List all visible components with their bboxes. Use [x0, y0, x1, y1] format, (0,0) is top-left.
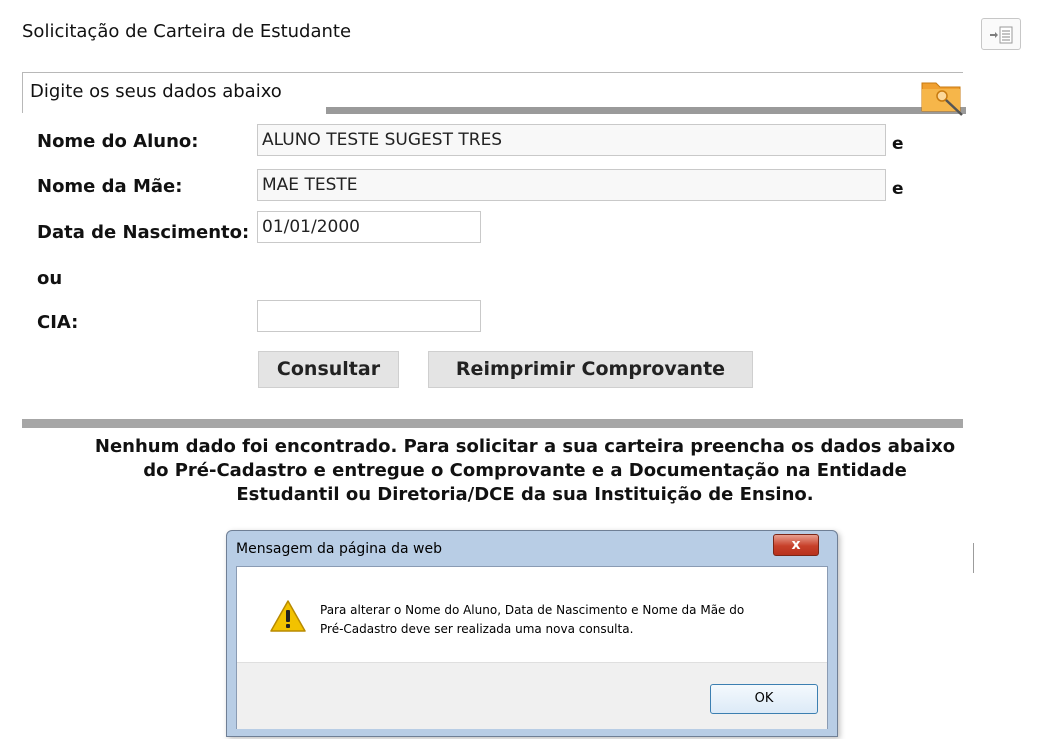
close-button[interactable]: x [773, 534, 819, 556]
student-name-label: Nome do Aluno: [37, 131, 199, 152]
birth-date-label: Data de Nascimento: [37, 222, 250, 243]
birth-date-field[interactable] [257, 211, 481, 243]
page-title: Solicitação de Carteira de Estudante [22, 21, 352, 42]
list-toggle-button[interactable] [981, 18, 1021, 50]
dialog-message: Para alterar o Nome do Aluno, Data de Na… [320, 601, 820, 639]
section-divider [22, 419, 963, 428]
notice-line: Estudantil ou Diretoria/DCE da sua Insti… [236, 484, 814, 505]
reprint-receipt-button[interactable]: Reimprimir Comprovante [428, 351, 753, 388]
warning-icon [270, 600, 306, 632]
cia-field[interactable] [257, 300, 481, 332]
and-marker: e [892, 134, 904, 154]
notice-line: Nenhum dado foi encontrado. Para solicit… [94, 436, 956, 457]
folder-search-icon [921, 82, 963, 116]
dialog-title: Mensagem da página da web [236, 541, 442, 557]
consult-button[interactable]: Consultar [258, 351, 399, 388]
cia-label: CIA: [37, 312, 79, 333]
dialog-body: Para alterar o Nome do Aluno, Data de Na… [236, 566, 828, 729]
close-icon: x [791, 537, 801, 553]
ok-button[interactable]: OK [710, 684, 818, 714]
mother-name-field[interactable] [257, 169, 886, 201]
web-message-dialog: Mensagem da página da web x Para alterar… [226, 530, 838, 737]
panel-underline [326, 107, 966, 114]
mother-name-label: Nome da Mãe: [37, 176, 183, 197]
panel-title: Digite os seus dados abaixo [30, 81, 282, 102]
and-marker: e [892, 179, 904, 199]
data-entry-panel-header: Digite os seus dados abaixo [22, 72, 966, 116]
or-label: ou [37, 268, 63, 289]
dialog-message-line: Pré-Cadastro deve ser realizada uma nova… [320, 622, 634, 636]
dialog-message-line: Para alterar o Nome do Aluno, Data de Na… [320, 603, 745, 617]
content-border [973, 543, 974, 573]
student-name-field[interactable] [257, 124, 886, 156]
no-data-notice: Nenhum dado foi encontrado. Para solicit… [90, 435, 960, 507]
list-toggle-icon [990, 26, 1013, 44]
notice-line: do Pré-Cadastro e entregue o Comprovante… [143, 460, 907, 481]
